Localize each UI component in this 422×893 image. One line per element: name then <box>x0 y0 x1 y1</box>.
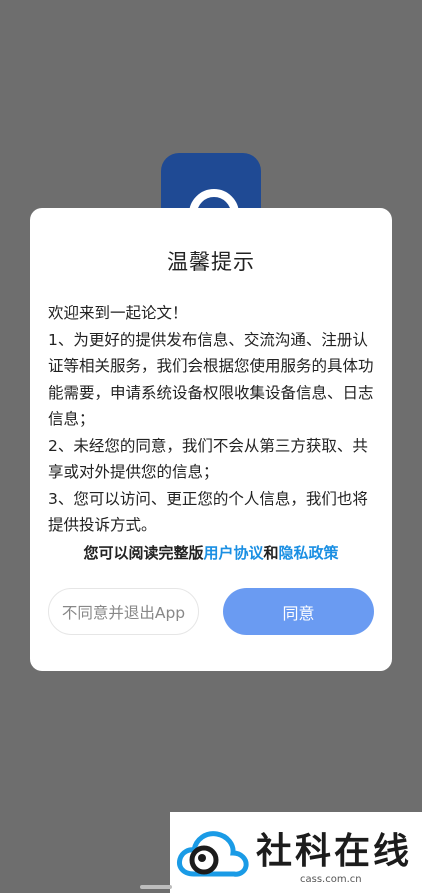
dialog-title: 温馨提示 <box>167 250 255 274</box>
watermark: 社科在线 cass.com.cn <box>170 812 422 893</box>
cloud-eye-logo-icon <box>177 831 249 877</box>
disagree-exit-button[interactable]: 不同意并退出App <box>48 588 199 635</box>
agree-button[interactable]: 同意 <box>223 588 374 635</box>
agreement-line: 您可以阅读完整版用户协议和隐私政策 <box>30 542 392 563</box>
welcome-text: 欢迎来到一起论文！ <box>48 304 188 322</box>
agreement-prefix: 您可以阅读完整版 <box>83 544 204 562</box>
term-item-3: 3、您可以访问、更正您的个人信息，我们也将提供投诉方式。 <box>48 489 368 535</box>
user-agreement-link[interactable]: 用户协议 <box>203 544 263 562</box>
watermark-subtext: cass.com.cn <box>300 874 362 885</box>
watermark-text: 社科在线 <box>256 831 413 872</box>
term-item-2: 2、未经您的同意，我们不会从第三方获取、共享或对外提供您的信息； <box>48 436 368 482</box>
privacy-dialog: 温馨提示 欢迎来到一起论文！ 1、为更好的提供发布信息、交流沟通、注册认证等相关… <box>30 208 392 671</box>
agreement-and: 和 <box>263 544 279 562</box>
term-item-1: 1、为更好的提供发布信息、交流沟通、注册认证等相关服务，我们会根据您使用服务的具… <box>48 330 374 429</box>
dialog-body: 欢迎来到一起论文！ 1、为更好的提供发布信息、交流沟通、注册认证等相关服务，我们… <box>48 300 374 539</box>
home-indicator[interactable] <box>140 885 172 889</box>
privacy-policy-link[interactable]: 隐私政策 <box>279 544 339 562</box>
